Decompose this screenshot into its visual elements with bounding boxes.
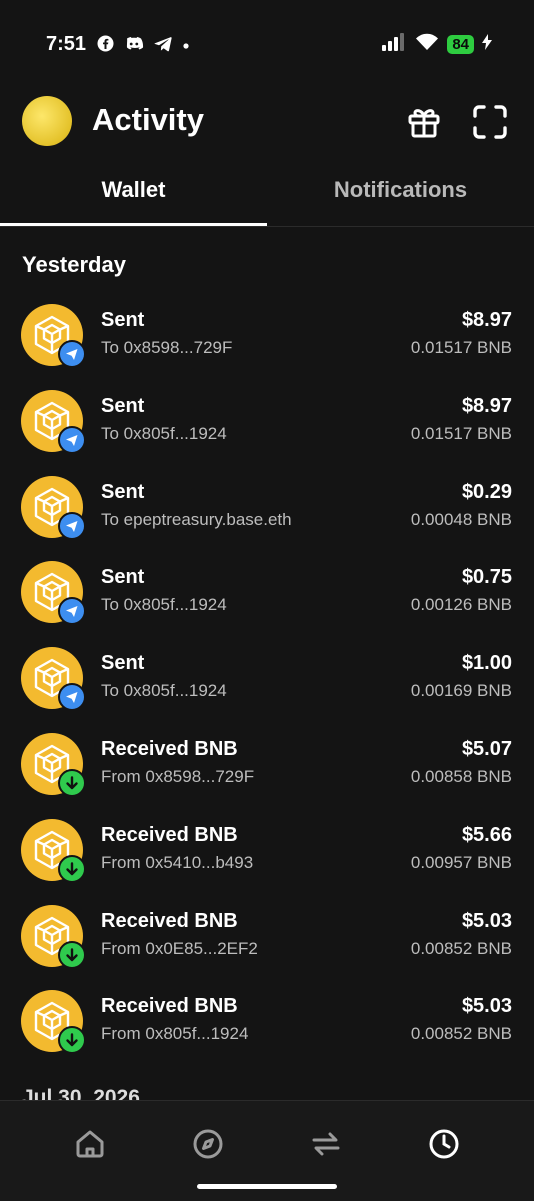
page-title: Activity bbox=[92, 102, 204, 137]
nav-swap[interactable] bbox=[309, 1127, 343, 1161]
transaction-row[interactable]: Sent To 0x805f...1924 $0.75 0.00126 BNB bbox=[0, 548, 534, 634]
transaction-counterparty: To 0x805f...1924 bbox=[101, 595, 227, 615]
transaction-title: Sent bbox=[101, 566, 145, 589]
battery-icon: 84 bbox=[447, 35, 474, 54]
sent-arrow-icon bbox=[58, 340, 86, 368]
gift-button[interactable] bbox=[406, 104, 442, 140]
transaction-row[interactable]: Received BNB From 0x0E85...2EF2 $5.03 0.… bbox=[0, 892, 534, 978]
transaction-title: Received BNB bbox=[101, 737, 238, 760]
transaction-bnb-amount: 0.00852 BNB bbox=[410, 1024, 512, 1044]
transaction-counterparty: From 0x805f...1924 bbox=[101, 1024, 249, 1044]
transaction-usd-amount: $8.97 bbox=[461, 394, 512, 417]
transaction-title: Sent bbox=[101, 309, 145, 331]
transaction-counterparty: To 0x805f...1924 bbox=[101, 423, 227, 443]
transaction-list: Sent To 0x8598...729F $8.97 0.01517 BNB … bbox=[0, 291, 534, 1063]
swap-icon bbox=[312, 1132, 340, 1156]
telegram-icon bbox=[154, 36, 172, 57]
sent-arrow-icon bbox=[58, 511, 86, 540]
compass-icon bbox=[193, 1129, 223, 1159]
home-indicator bbox=[197, 1184, 337, 1189]
charging-icon bbox=[482, 34, 492, 55]
received-arrow-icon bbox=[58, 1026, 86, 1055]
received-arrow-icon bbox=[58, 940, 86, 969]
section-header-yesterday: Yesterday bbox=[22, 252, 126, 277]
transaction-title: Received BNB bbox=[101, 823, 238, 846]
transaction-usd-amount: $8.97 bbox=[461, 309, 512, 331]
transaction-usd-amount: $0.75 bbox=[461, 566, 512, 589]
scan-icon bbox=[473, 105, 507, 139]
status-right-icons: 84 bbox=[381, 33, 492, 56]
transaction-row[interactable]: Sent To 0x8598...729F $8.97 0.01517 BNB bbox=[0, 291, 534, 377]
transaction-counterparty: From 0x5410...b493 bbox=[101, 852, 254, 872]
transaction-bnb-amount: 0.00957 BNB bbox=[410, 852, 512, 872]
wifi-icon bbox=[415, 33, 439, 56]
nav-home[interactable] bbox=[73, 1127, 107, 1161]
transaction-counterparty: To 0x805f...1924 bbox=[101, 681, 227, 701]
tab-wallet[interactable]: Wallet bbox=[0, 177, 267, 203]
transaction-row[interactable]: Sent To 0x805f...1924 $1.00 0.00169 BNB bbox=[0, 634, 534, 720]
transaction-usd-amount: $5.66 bbox=[461, 823, 512, 846]
transaction-counterparty: From 0x0E85...2EF2 bbox=[101, 938, 258, 958]
tab-divider bbox=[0, 226, 534, 227]
discord-icon bbox=[124, 36, 144, 57]
transaction-usd-amount: $1.00 bbox=[461, 652, 512, 675]
transaction-bnb-amount: 0.00852 BNB bbox=[410, 938, 512, 958]
transaction-counterparty: From 0x8598...729F bbox=[101, 766, 255, 786]
transaction-bnb-amount: 0.00048 BNB bbox=[410, 509, 512, 529]
received-arrow-icon bbox=[58, 768, 86, 797]
profile-avatar[interactable] bbox=[22, 96, 72, 146]
transaction-counterparty: To 0x8598...729F bbox=[101, 338, 233, 357]
transaction-row[interactable]: Sent To 0x805f...1924 $8.97 0.01517 BNB bbox=[0, 377, 534, 463]
sent-arrow-icon bbox=[58, 597, 86, 626]
received-arrow-icon bbox=[58, 854, 86, 883]
status-time: 7:51 bbox=[46, 33, 87, 55]
section-header-next-date: Jul 30, 2026 bbox=[22, 1086, 140, 1100]
transaction-bnb-amount: 0.01517 BNB bbox=[410, 338, 512, 357]
transaction-usd-amount: $5.03 bbox=[461, 909, 512, 932]
tab-notifications[interactable]: Notifications bbox=[267, 177, 534, 203]
bottom-navigation bbox=[0, 1100, 534, 1201]
transaction-title: Received BNB bbox=[101, 995, 238, 1018]
sent-arrow-icon bbox=[58, 425, 86, 454]
transaction-row[interactable]: Received BNB From 0x8598...729F $5.07 0.… bbox=[0, 720, 534, 806]
gift-icon bbox=[408, 109, 440, 138]
nav-explore[interactable] bbox=[191, 1127, 225, 1161]
signal-icon bbox=[381, 33, 407, 56]
transaction-bnb-amount: 0.00169 BNB bbox=[410, 681, 512, 701]
home-icon bbox=[76, 1130, 104, 1158]
scan-button[interactable] bbox=[472, 104, 508, 140]
dot-icon bbox=[182, 37, 190, 55]
transaction-bnb-amount: 0.00858 BNB bbox=[410, 766, 512, 786]
clock-icon bbox=[429, 1129, 459, 1159]
transaction-usd-amount: $5.07 bbox=[461, 737, 512, 760]
transaction-counterparty: To epeptreasury.base.eth bbox=[101, 509, 292, 529]
facebook-icon bbox=[97, 35, 114, 57]
transaction-title: Sent bbox=[101, 480, 145, 503]
sent-arrow-icon bbox=[58, 683, 86, 712]
transaction-title: Received BNB bbox=[101, 909, 238, 932]
transaction-usd-amount: $5.03 bbox=[461, 995, 512, 1018]
transaction-row[interactable]: Sent To epeptreasury.base.eth $0.29 0.00… bbox=[0, 463, 534, 549]
status-left-icons bbox=[97, 35, 190, 57]
transaction-bnb-amount: 0.01517 BNB bbox=[410, 423, 512, 443]
status-bar: 7:51 84 bbox=[0, 0, 534, 90]
nav-activity[interactable] bbox=[427, 1127, 461, 1161]
transaction-row[interactable]: Received BNB From 0x5410...b493 $5.66 0.… bbox=[0, 806, 534, 892]
transaction-bnb-amount: 0.00126 BNB bbox=[410, 595, 512, 615]
transaction-title: Sent bbox=[101, 394, 145, 417]
transaction-title: Sent bbox=[101, 652, 145, 675]
transaction-usd-amount: $0.29 bbox=[461, 480, 512, 503]
transaction-row[interactable]: Received BNB From 0x805f...1924 $5.03 0.… bbox=[0, 977, 534, 1063]
